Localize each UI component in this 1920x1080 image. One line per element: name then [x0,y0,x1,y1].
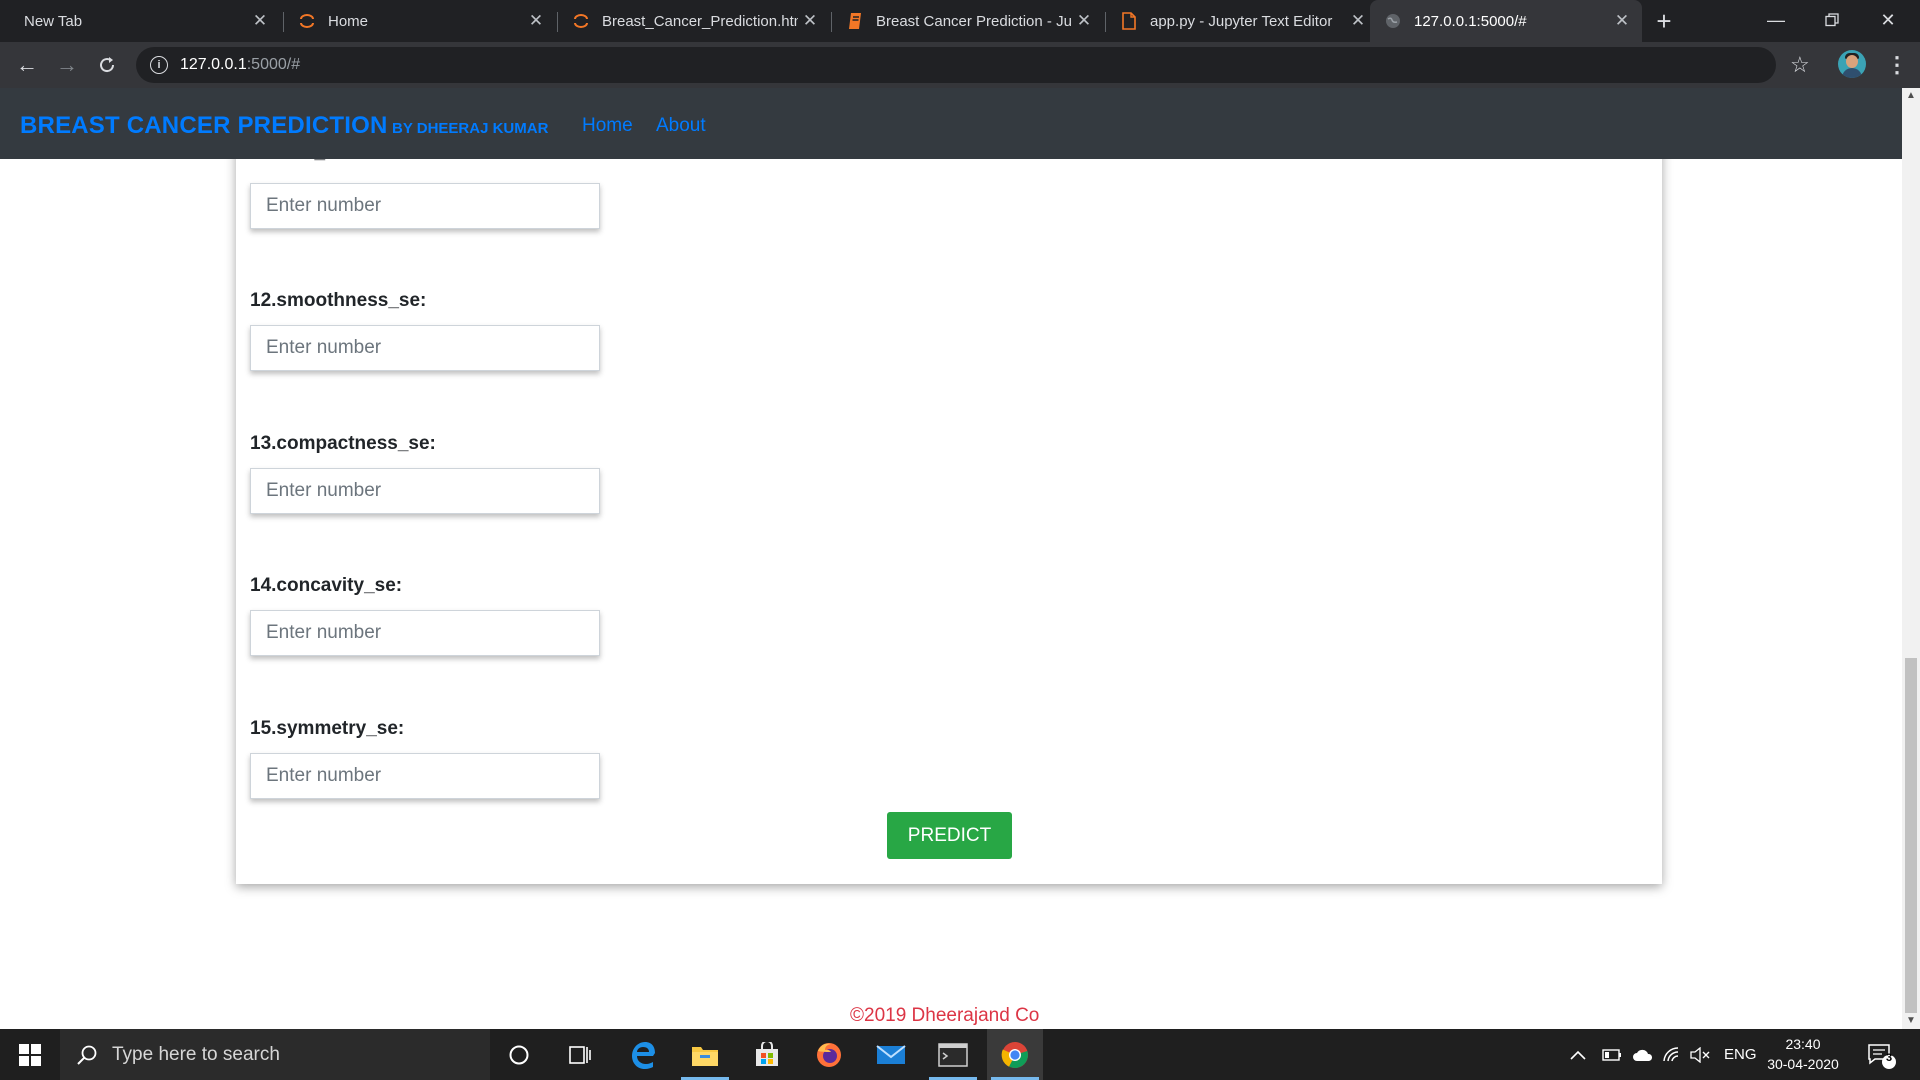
field-label-compactness-se: 13.compactness_se: [250,433,436,454]
browser-tab-strip: New Tab ✕ Home ✕ Breast_Cancer_Predictio… [0,0,1920,42]
edge-browser-icon[interactable] [615,1029,671,1080]
jupyter-icon [572,12,590,30]
smoothness-se-input[interactable] [250,325,600,371]
browser-toolbar: ← → i 127.0.0.1:5000/# ☆ ⋮ [0,42,1920,88]
terminal-icon[interactable] [925,1029,981,1080]
info-icon[interactable]: i [150,56,168,74]
close-icon[interactable]: ✕ [248,11,272,31]
globe-icon [1384,12,1402,30]
address-bar[interactable]: i 127.0.0.1:5000/# [136,47,1776,83]
url-text: 127.0.0.1:5000/# [180,56,300,74]
microsoft-store-icon[interactable] [739,1029,795,1080]
close-icon[interactable]: ✕ [524,11,548,31]
tab-title: Breast_Cancer_Prediction.htm [602,12,798,30]
restore-button[interactable] [1804,0,1860,42]
file-icon [1120,12,1138,30]
taskbar-clock[interactable]: 23:40 30-04-2020 [1760,1034,1846,1074]
page-scrollbar[interactable]: ▲ ▼ [1902,88,1920,1029]
scrollbar-thumb[interactable] [1905,658,1917,1013]
mail-icon[interactable] [863,1029,919,1080]
tab-breast-cancer-html[interactable]: Breast_Cancer_Prediction.htm ✕ [558,0,830,42]
close-window-button[interactable]: ✕ [1860,0,1916,42]
firefox-icon[interactable] [801,1029,857,1080]
tab-new-tab[interactable]: New Tab ✕ [0,0,280,42]
symmetry-se-input[interactable] [250,753,600,799]
jupyter-icon [298,12,316,30]
tab-title: 127.0.0.1:5000/# [1414,12,1527,30]
close-icon[interactable]: ✕ [1072,11,1096,31]
show-hidden-icons-chevron-icon[interactable] [1570,1029,1586,1080]
input-language[interactable]: ENG [1724,1029,1757,1080]
notebook-icon [846,12,864,30]
volume-muted-icon[interactable] [1690,1029,1710,1080]
field-label-symmetry-se: 15.symmetry_se: [250,718,405,739]
reload-button[interactable] [92,50,122,80]
clock-time: 23:40 [1785,1036,1821,1052]
taskbar-search-box[interactable]: Type here to search [60,1029,490,1080]
tab-localhost[interactable]: 127.0.0.1:5000/# ✕ [1370,0,1642,42]
clock-date: 30-04-2020 [1767,1056,1839,1072]
action-center-icon[interactable]: 3 [1866,1029,1896,1080]
menu-kebab-icon[interactable]: ⋮ [1886,50,1908,80]
tab-title: app.py - Jupyter Text Editor [1150,12,1333,30]
area-se-input[interactable] [250,183,600,229]
tab-home[interactable]: Home ✕ [284,0,556,42]
brand-byline: BY DHEERAJ KUMAR [392,120,549,137]
field-label-smoothness-se: 12.smoothness_se: [250,290,427,311]
close-icon[interactable]: ✕ [798,11,822,31]
profile-avatar[interactable] [1838,50,1866,78]
page-viewport: 11.area_se: 12.smoothness_se: 13.compact… [0,88,1902,1029]
search-placeholder: Type here to search [112,1043,280,1065]
close-icon[interactable]: ✕ [1610,11,1634,31]
tab-title: Home [328,12,369,30]
concavity-se-input[interactable] [250,610,600,656]
cortana-icon[interactable] [491,1029,547,1080]
windows-taskbar: Type here to search ENG 23:40 30-04-2020… [0,1029,1920,1080]
site-navbar: BREAST CANCER PREDICTION BY DHEERAJ KUMA… [0,88,1902,159]
windows-start-icon[interactable] [0,1029,60,1080]
task-view-icon[interactable] [552,1029,608,1080]
url-path: :5000/# [246,56,301,73]
file-explorer-icon[interactable] [677,1029,733,1080]
predict-button[interactable]: PREDICT [887,812,1012,859]
tab-title: Breast Cancer Prediction - Ju [876,12,1072,30]
scroll-up-icon[interactable]: ▲ [1902,88,1920,104]
tab-title: New Tab [24,12,83,30]
battery-icon[interactable] [1602,1029,1622,1080]
nav-link-home[interactable]: Home [582,115,633,137]
url-host: 127.0.0.1 [180,56,247,73]
close-icon[interactable]: ✕ [1346,11,1370,31]
notification-count: 3 [1885,1052,1893,1064]
search-icon [77,1045,97,1065]
footer-copyright: ©2019 Dheerajand Co [850,1005,1040,1026]
forward-button[interactable]: → [52,50,82,80]
field-label-concavity-se: 14.concavity_se: [250,575,403,596]
new-tab-button[interactable]: + [1650,8,1678,36]
site-brand[interactable]: BREAST CANCER PREDICTION [20,112,387,140]
scroll-down-icon[interactable]: ▼ [1902,1013,1920,1029]
tab-breast-cancer-notebook[interactable]: Breast Cancer Prediction - Ju ✕ [832,0,1104,42]
bookmark-star-icon[interactable]: ☆ [1790,50,1810,80]
chrome-icon[interactable] [987,1029,1043,1080]
onedrive-icon[interactable] [1632,1029,1654,1080]
nav-link-about[interactable]: About [656,115,706,137]
back-button[interactable]: ← [12,50,42,80]
wifi-icon[interactable] [1662,1029,1682,1080]
compactness-se-input[interactable] [250,468,600,514]
tab-app-py[interactable]: app.py - Jupyter Text Editor ✕ [1106,0,1378,42]
minimize-button[interactable]: — [1748,0,1804,42]
